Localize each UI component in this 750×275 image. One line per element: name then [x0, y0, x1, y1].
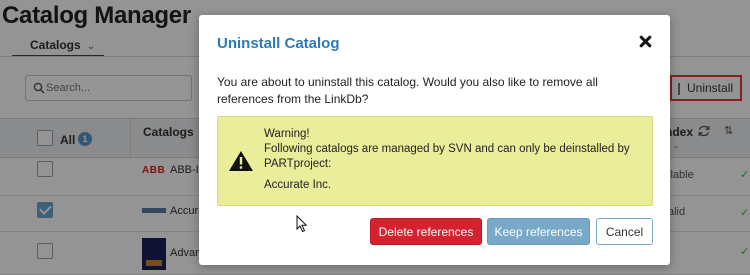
cancel-button[interactable]: Cancel [596, 218, 653, 245]
keep-references-button[interactable]: Keep references [487, 218, 590, 245]
close-icon[interactable] [637, 33, 655, 51]
warning-icon [229, 151, 253, 171]
warning-heading: Warning! [264, 128, 310, 140]
delete-references-button[interactable]: Delete references [370, 218, 482, 245]
warning-panel: Warning! Following catalogs are managed … [217, 116, 653, 206]
warning-catalog-name: Accurate Inc. [264, 179, 332, 191]
warning-body: Following catalogs are managed by SVN an… [264, 143, 630, 170]
dialog-message: You are about to uninstall this catalog.… [217, 75, 598, 106]
mouse-cursor-icon [296, 215, 308, 233]
warning-text: Warning! Following catalogs are managed … [264, 127, 644, 193]
uninstall-catalog-dialog: Uninstall Catalog You are about to unins… [199, 15, 670, 265]
dialog-title: Uninstall Catalog [217, 35, 340, 52]
